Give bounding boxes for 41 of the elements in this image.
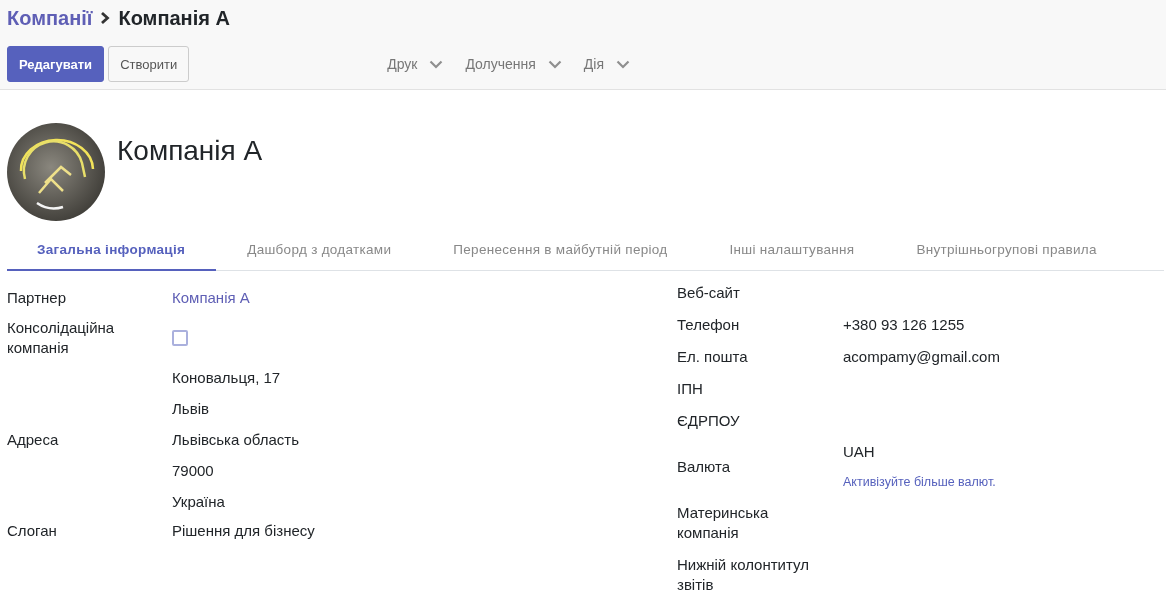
field-label: Консолідаційна компанія <box>7 318 116 358</box>
field-value: acompamy@gmail.com <box>843 348 1000 365</box>
tab[interactable]: Дашборд з додатками <box>216 228 423 271</box>
field-label: Ел. пошта <box>677 347 749 367</box>
address-line: Львів <box>172 400 210 417</box>
field-label: Валюта <box>677 457 732 477</box>
field-label: Телефон <box>677 315 741 335</box>
field-label: ЄДРПОУ <box>677 411 741 431</box>
field-label: Слоган <box>7 521 58 541</box>
activate-currencies-link[interactable]: Активізуйте більше валют. <box>843 472 1000 492</box>
edit-button[interactable]: Редагувати <box>7 46 105 82</box>
field-label: Нижній колонтитул звітів <box>677 555 809 595</box>
field-value: UAH <box>843 443 875 460</box>
checkbox[interactable] <box>172 330 188 346</box>
chevron-down-icon <box>429 59 444 69</box>
field-label: Материнська компанія <box>677 503 770 543</box>
tab[interactable]: Внутрішньогрупові правила <box>885 228 1111 271</box>
address-line: 79000 <box>172 462 215 479</box>
create-button[interactable]: Створити <box>108 46 190 82</box>
field-label: Веб-сайт <box>677 283 741 303</box>
dropdown-button[interactable]: Долучення <box>465 46 562 82</box>
field-value: Рішення для бізнесу <box>172 522 315 539</box>
breadcrumb-current: Компанія А <box>118 6 230 30</box>
tab[interactable]: Перенесення в майбутній період <box>422 228 699 271</box>
field-label: Партнер <box>7 288 67 308</box>
tab[interactable]: Загальна інформація <box>7 228 217 271</box>
field-label: ІПН <box>677 379 704 399</box>
chevron-down-icon <box>547 59 562 69</box>
chevron-down-icon <box>616 59 631 69</box>
tab[interactable]: Інші налаштування <box>698 228 886 271</box>
dropdown-button[interactable]: Дія <box>583 46 631 82</box>
chevron-right-icon <box>100 11 111 25</box>
record-title: Компанія А <box>117 135 263 168</box>
dropdown-button[interactable]: Друк <box>387 46 444 82</box>
address-line: Україна <box>172 493 226 510</box>
address-line: Коновальця, 17 <box>172 369 282 386</box>
address-line: Львівська область <box>172 431 301 448</box>
field-value: +380 93 126 1255 <box>843 316 965 333</box>
partner-link[interactable]: Компанія А <box>172 289 250 306</box>
field-label: Адреса <box>7 429 60 450</box>
breadcrumb-link[interactable]: Компанії <box>7 6 93 30</box>
